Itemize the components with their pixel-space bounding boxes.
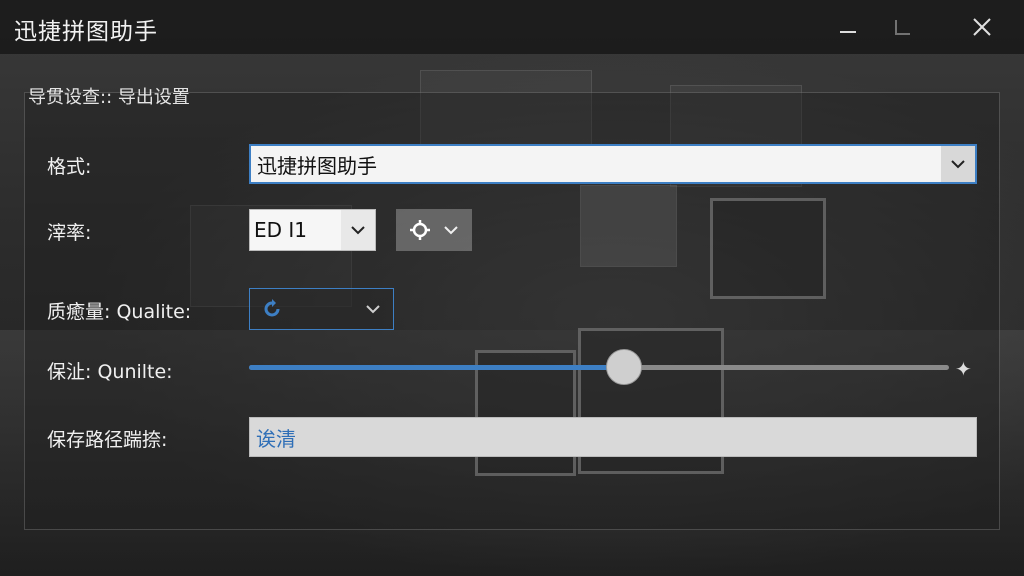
format-select[interactable]: 迅捷拼图助手	[249, 144, 977, 184]
rate-label: 滓率:	[47, 222, 92, 244]
slider-label: 保沚: Qunilte:	[47, 361, 173, 383]
rate-value: ED I1	[254, 218, 308, 242]
slider-fill	[249, 365, 624, 370]
slider-thumb[interactable]	[605, 349, 642, 385]
quality-dropdown[interactable]	[249, 288, 394, 330]
minimize-icon	[840, 31, 856, 33]
sparkle-icon[interactable]: ✦	[955, 357, 972, 381]
chevron-down-icon[interactable]	[941, 146, 975, 182]
refresh-icon	[264, 299, 280, 317]
format-value: 迅捷拼图助手	[257, 153, 377, 178]
app-window: 迅捷拼图助手 导贯设查:: 导出设置 格式: 迅捷拼图助手 滓率: ED I1	[0, 0, 1024, 576]
chevron-down-icon	[366, 305, 380, 314]
path-label: 保存路径踹捺:	[47, 429, 168, 451]
chevron-down-icon[interactable]	[341, 210, 375, 250]
format-label: 格式:	[47, 156, 92, 178]
title-bar: 迅捷拼图助手	[0, 0, 1024, 54]
close-button[interactable]	[962, 10, 1002, 44]
save-path-input[interactable]: 诶清	[249, 417, 977, 457]
maximize-button[interactable]	[882, 10, 922, 44]
maximize-icon	[894, 19, 910, 35]
breadcrumb: 导贯设查:: 导出设置	[28, 87, 190, 108]
quality-slider-track[interactable]	[249, 365, 949, 370]
quality-label: 质癒量: Qualite:	[47, 301, 192, 323]
close-icon	[973, 18, 991, 36]
minimize-button[interactable]	[828, 10, 868, 44]
window-title: 迅捷拼图助手	[14, 19, 158, 45]
target-dropdown[interactable]	[396, 209, 472, 251]
target-icon	[410, 220, 430, 240]
rate-select[interactable]: ED I1	[249, 209, 376, 251]
chevron-down-icon	[444, 226, 458, 235]
